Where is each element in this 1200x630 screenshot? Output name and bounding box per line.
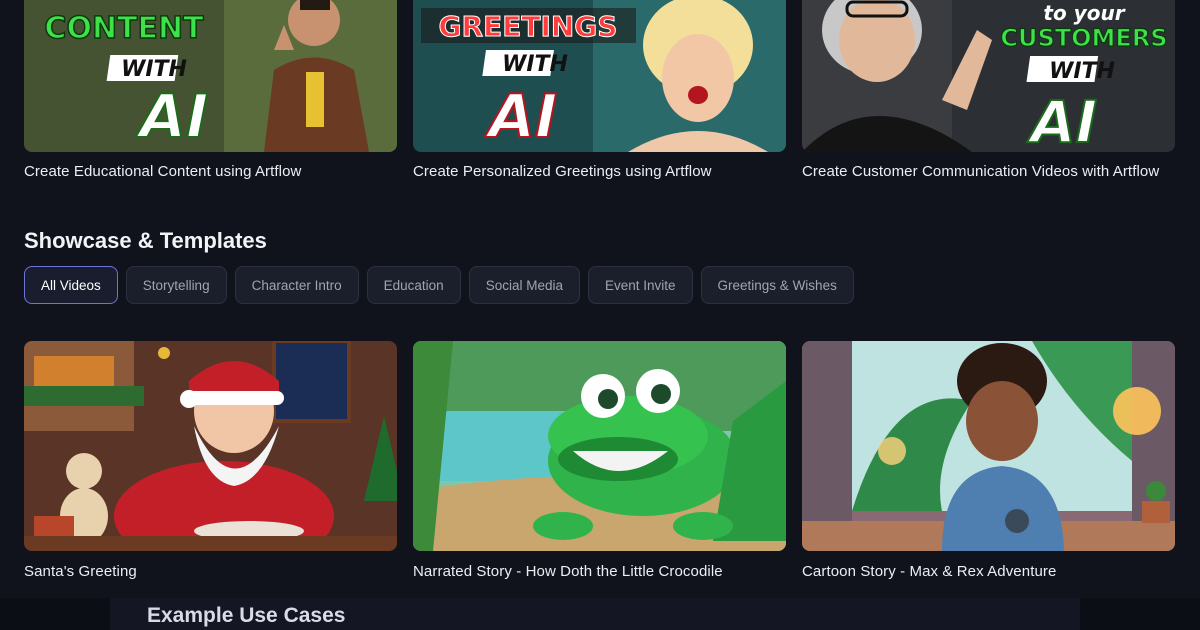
svg-text:to your: to your — [1043, 1, 1125, 25]
thumb-headline: CUSTOMERS — [1000, 24, 1167, 52]
video-thumbnail[interactable]: to your CUSTOMERS WITH AI — [802, 0, 1175, 152]
educational-thumbnail-image: CONTENT WITH AI — [24, 0, 397, 152]
example-use-cases-title: Example Use Cases — [147, 604, 346, 627]
filter-tabs: All Videos Storytelling Character Intro … — [24, 266, 854, 304]
showcase-card-crocodile[interactable]: Narrated Story - How Doth the Little Cro… — [413, 341, 786, 580]
crocodile-thumbnail-image — [413, 341, 786, 551]
video-card-title[interactable]: Cartoon Story - Max & Rex Adventure — [802, 563, 1175, 580]
filter-education[interactable]: Education — [366, 266, 461, 304]
thumb-headline: CONTENT — [44, 11, 204, 46]
top-video-row: CONTENT WITH AI Create Educational Conte… — [24, 0, 1176, 180]
video-card-title[interactable]: Create Customer Communication Videos wit… — [802, 163, 1175, 180]
filter-character-intro[interactable]: Character Intro — [234, 266, 359, 304]
svg-text:AI: AI — [1027, 88, 1097, 152]
video-card-title[interactable]: Santa's Greeting — [24, 563, 397, 580]
video-thumbnail[interactable]: GREETINGS WITH AI — [413, 0, 786, 152]
showcase-video-row: Santa's Greeting Narrated Story - How Do… — [24, 341, 1176, 580]
thumb-headline: GREETINGS — [439, 10, 618, 43]
filter-all-videos[interactable]: All Videos — [24, 266, 118, 304]
cartoon-thumbnail-image — [802, 341, 1175, 551]
svg-text:AI: AI — [485, 82, 558, 152]
video-thumbnail[interactable] — [413, 341, 786, 551]
video-card-customer[interactable]: to your CUSTOMERS WITH AI Create Custome… — [802, 0, 1175, 180]
video-card-title[interactable]: Create Educational Content using Artflow — [24, 163, 397, 180]
video-thumbnail[interactable]: CONTENT WITH AI — [24, 0, 397, 152]
santa-thumbnail-image — [24, 341, 397, 551]
customer-thumbnail-image: to your CUSTOMERS WITH AI — [802, 0, 1175, 152]
svg-text:WITH: WITH — [502, 52, 568, 77]
filter-social-media[interactable]: Social Media — [468, 266, 580, 304]
greetings-thumbnail-image: GREETINGS WITH AI — [413, 0, 786, 152]
filter-greetings-wishes[interactable]: Greetings & Wishes — [700, 266, 854, 304]
showcase-card-max-rex[interactable]: Cartoon Story - Max & Rex Adventure — [802, 341, 1175, 580]
filter-storytelling[interactable]: Storytelling — [125, 266, 227, 304]
video-card-educational[interactable]: CONTENT WITH AI Create Educational Conte… — [24, 0, 397, 180]
video-thumbnail[interactable] — [24, 341, 397, 551]
filter-event-invite[interactable]: Event Invite — [587, 266, 693, 304]
video-card-title[interactable]: Create Personalized Greetings using Artf… — [413, 163, 786, 180]
svg-text:AI: AI — [136, 82, 209, 152]
video-card-greetings[interactable]: GREETINGS WITH AI Create Personalized Gr… — [413, 0, 786, 180]
video-thumbnail[interactable] — [802, 341, 1175, 551]
svg-text:WITH: WITH — [1049, 59, 1115, 84]
video-card-title[interactable]: Narrated Story - How Doth the Little Cro… — [413, 563, 786, 580]
showcase-title: Showcase & Templates — [24, 228, 267, 253]
svg-text:WITH: WITH — [121, 57, 187, 82]
showcase-card-santa[interactable]: Santa's Greeting — [24, 341, 397, 580]
